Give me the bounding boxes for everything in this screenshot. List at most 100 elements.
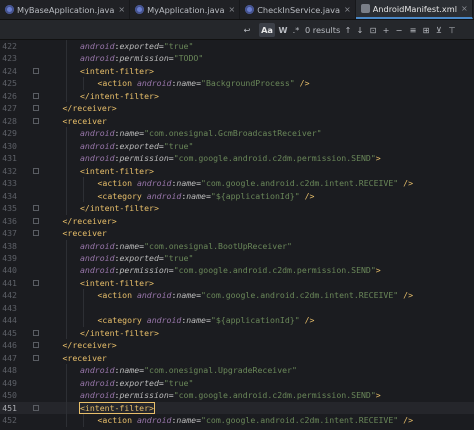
match-case-button[interactable]: Aa <box>259 23 275 37</box>
tab-2[interactable]: CheckInService.java × <box>240 0 356 19</box>
funnel-icon[interactable]: ⊻ <box>434 23 444 37</box>
fold-marker-icon[interactable] <box>33 167 39 174</box>
code-line[interactable]: 438 android:name="com.onesignal.BootUpRec… <box>0 239 474 252</box>
fold-marker-icon[interactable] <box>33 217 39 224</box>
code-line[interactable]: 445 </intent-filter> <box>0 326 474 340</box>
replace-toggle-icon[interactable]: ↩ <box>240 23 254 37</box>
tab-0[interactable]: MyBaseApplication.java × <box>0 0 131 19</box>
code-line[interactable]: 443 <box>0 301 474 315</box>
line-number: 450 <box>2 390 17 401</box>
code-line[interactable]: 431 android:permission="com.google.androi… <box>0 152 474 165</box>
code-text: <intent-filter> <box>80 65 154 77</box>
close-tab-icon[interactable]: × <box>118 5 125 14</box>
fold-marker-icon[interactable] <box>33 342 39 349</box>
code-line[interactable]: 432 <intent-filter> <box>0 164 474 178</box>
code-line[interactable]: 433 <action android:name="com.google.andr… <box>0 177 474 190</box>
code-line[interactable]: 426 </intent-filter> <box>0 89 474 103</box>
indent-guide <box>65 202 67 215</box>
multiline-icon[interactable]: ⊞ <box>421 23 431 37</box>
code-line[interactable]: 440 android:permission="com.google.androi… <box>0 264 474 277</box>
code-token-attr: name <box>176 415 197 426</box>
code-line[interactable]: 452 <action android:name="com.google.andr… <box>0 414 474 427</box>
code-text: <action android:name="com.google.android… <box>98 289 414 301</box>
code-line[interactable]: 428 <receiver <box>0 115 474 127</box>
line-number: 431 <box>2 153 17 164</box>
code-line[interactable]: 435 </intent-filter> <box>0 202 474 215</box>
fold-marker-icon[interactable] <box>33 67 39 74</box>
remove-occurrence-icon[interactable]: − <box>394 23 404 37</box>
add-occurrence-icon[interactable]: + <box>381 23 391 37</box>
whole-words-button[interactable]: W <box>277 23 289 37</box>
code-line[interactable]: 436 </receiver> <box>0 215 474 227</box>
code-line[interactable]: 444 <category android:name="${application… <box>0 314 474 327</box>
fold-marker-icon[interactable] <box>33 92 39 99</box>
code-line[interactable]: 451 <intent-filter> <box>0 401 474 415</box>
code-text: <receiver <box>63 227 107 239</box>
code-line[interactable]: 446 </receiver> <box>0 339 474 351</box>
code-text: </intent-filter> <box>80 90 159 102</box>
search-results-count: 0 results <box>305 25 341 35</box>
indent-guide <box>65 276 67 290</box>
select-all-occurrences-icon[interactable]: ⊡ <box>368 23 378 37</box>
code-line[interactable]: 441 <intent-filter> <box>0 276 474 290</box>
pin-icon[interactable]: ⊤ <box>447 23 457 37</box>
code-token-tag: <receiver <box>62 352 107 363</box>
fold-marker-icon[interactable] <box>33 354 39 361</box>
code-line[interactable]: 447 <receiver <box>0 352 474 364</box>
code-text: <action android:name="com.google.android… <box>98 177 414 189</box>
code-text: android:name="com.onesignal.GcmBroadcast… <box>80 127 322 139</box>
code-line[interactable]: 427 </receiver> <box>0 102 474 114</box>
close-tab-icon[interactable]: × <box>461 4 468 13</box>
indent-guide <box>65 189 67 203</box>
code-token-tag: <category <box>97 190 147 201</box>
fold-marker-icon[interactable] <box>33 404 39 411</box>
code-line[interactable]: 450 android:permission="com.google.androi… <box>0 389 474 402</box>
code-line[interactable]: 430 android:exported="true" <box>0 139 474 153</box>
fold-marker-icon[interactable] <box>33 205 39 212</box>
indent-guide <box>65 389 67 402</box>
close-tab-icon[interactable]: × <box>344 5 351 14</box>
previous-occurrence-icon[interactable]: ↑ <box>343 23 353 37</box>
code-line[interactable]: 424 <intent-filter> <box>0 64 474 78</box>
code-line[interactable]: 448 android:name="com.onesignal.UpgradeRe… <box>0 364 474 377</box>
code-token-val: "${applicationId}" <box>210 315 300 326</box>
code-token-val: "com.onesignal.BootUpReceiver" <box>144 240 292 251</box>
fold-marker-icon[interactable] <box>33 105 39 112</box>
next-occurrence-icon[interactable]: ↓ <box>355 23 365 37</box>
code-token-val: "${applicationId}" <box>210 190 300 201</box>
code-token-tag: </receiver> <box>62 340 117 351</box>
regex-button[interactable]: .* <box>291 23 301 37</box>
fold-marker-icon[interactable] <box>33 230 39 237</box>
code-token-attr: name <box>186 315 206 326</box>
code-token-ns: android <box>80 377 115 388</box>
code-editor[interactable]: 422 android:exported="true" 423 android:per… <box>0 40 474 430</box>
code-line[interactable]: 423 android:permission="TODO" <box>0 52 474 65</box>
code-line[interactable]: 449 android:exported="true" <box>0 376 474 390</box>
filter-icon[interactable]: ≡ <box>408 23 418 37</box>
code-line[interactable]: 425 <action android:name="BackgroundProce… <box>0 77 474 90</box>
code-line[interactable]: 434 <category android:name="${application… <box>0 189 474 203</box>
indent-guide <box>65 264 67 277</box>
indent-guide <box>83 289 84 302</box>
tab-1[interactable]: MyApplication.java × <box>130 0 241 19</box>
code-token-tag: <action <box>97 415 137 426</box>
fold-marker-icon[interactable] <box>33 117 39 124</box>
indent-guide <box>83 301 84 315</box>
fold-marker-icon[interactable] <box>33 279 39 286</box>
line-number: 441 <box>2 277 17 288</box>
tab-3[interactable]: AndroidManifest.xml × <box>355 0 473 19</box>
code-token-val: "com.google.android.c2dm.intent.RECEIVE" <box>201 415 399 426</box>
code-text: android:permission="com.google.android.c… <box>80 152 381 164</box>
code-token-tag: <intent-filter> <box>80 65 154 76</box>
code-line[interactable]: 442 <action android:name="com.google.andr… <box>0 289 474 302</box>
code-line[interactable]: 439 android:exported="true" <box>0 251 474 265</box>
code-line[interactable]: 429 android:name="com.onesignal.GcmBroadc… <box>0 127 474 140</box>
code-text: </receiver> <box>63 102 117 114</box>
code-line[interactable]: 422 android:exported="true" <box>0 40 474 53</box>
fold-marker-icon[interactable] <box>33 329 39 336</box>
close-tab-icon[interactable]: × <box>228 5 235 14</box>
code-token-val: "true" <box>163 140 194 151</box>
tab-label: CheckInService.java <box>257 4 340 15</box>
code-line[interactable]: 437 <receiver <box>0 227 474 239</box>
line-number: 435 <box>2 203 17 214</box>
